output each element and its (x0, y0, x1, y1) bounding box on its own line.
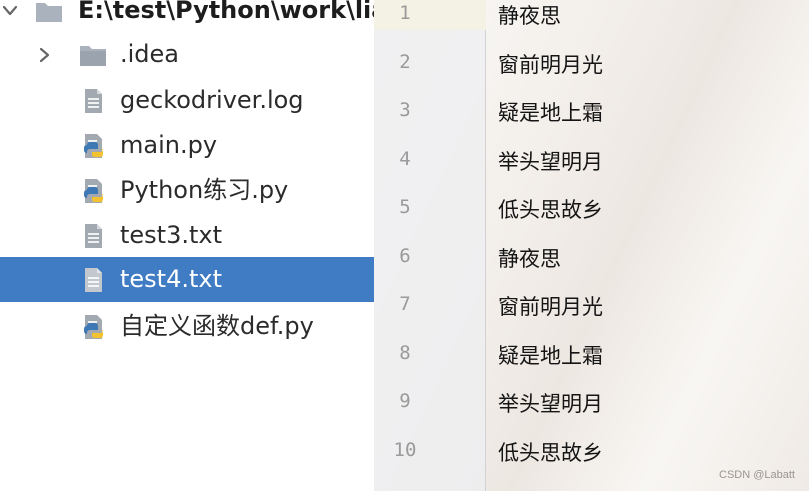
line-number: 5 (399, 196, 411, 218)
line-content[interactable]: 窗前明月光 (498, 49, 603, 79)
line-content[interactable]: 窗前明月光 (498, 291, 603, 321)
line-content[interactable]: 静夜思 (498, 0, 561, 30)
tree-item-main-py[interactable]: main.py (0, 123, 374, 168)
line-content[interactable]: 低头思故乡 (498, 437, 603, 467)
tree-item-label: 自定义函数def.py (120, 312, 314, 340)
line-number: 2 (399, 50, 411, 73)
code-editor[interactable]: 1 静夜思 2 窗前明月光 3 疑是地上霜 4 举头望明月 5 低头思故乡 6 … (374, 0, 809, 491)
python-file-icon (84, 133, 103, 158)
line-number: 6 (399, 244, 411, 267)
line-number: 9 (399, 390, 411, 412)
project-tree: E:\test\Python\work\lia .idea geckodrive… (0, 0, 374, 491)
editor-line[interactable]: 3 疑是地上霜 (374, 97, 809, 146)
tree-root-item[interactable]: E:\test\Python\work\lia (0, 0, 374, 33)
tree-item-test3-txt[interactable]: test3.txt (0, 213, 374, 258)
tree-item-test4-txt[interactable]: test4.txt (0, 257, 374, 302)
editor-line[interactable]: 2 窗前明月光 (374, 49, 809, 98)
editor-line[interactable]: 1 静夜思 (374, 0, 809, 49)
text-file-icon (85, 267, 102, 292)
editor-line[interactable]: 9 举头望明月 (374, 388, 809, 437)
tree-item-label: test4.txt (120, 265, 223, 293)
tree-item-label: .idea (120, 40, 180, 68)
tree-item-geckodriver-log[interactable]: geckodriver.log (0, 78, 374, 123)
line-number: 4 (399, 147, 411, 170)
editor-line[interactable]: 4 举头望明月 (374, 146, 809, 195)
python-file-icon (84, 178, 103, 203)
line-number: 1 (399, 2, 411, 24)
tree-item-custom-function-def-py[interactable]: 自定义函数def.py (0, 304, 374, 349)
watermark: CSDN @Labatt (719, 469, 795, 481)
editor-line[interactable]: 7 窗前明月光 (374, 291, 809, 340)
tree-item-python-exercise-py[interactable]: Python练习.py (0, 168, 374, 213)
line-number: 3 (399, 99, 411, 121)
line-content[interactable]: 举头望明月 (498, 388, 603, 418)
line-number: 8 (399, 341, 411, 364)
tree-item-idea[interactable]: .idea (0, 32, 374, 77)
chevron-down-icon[interactable] (0, 1, 20, 21)
line-number: 10 (393, 438, 417, 461)
editor-line[interactable]: 8 疑是地上霜 (374, 340, 809, 389)
folder-icon (80, 45, 106, 66)
line-content[interactable]: 疑是地上霜 (498, 97, 603, 127)
line-content[interactable]: 静夜思 (498, 243, 561, 273)
tree-item-label: geckodriver.log (120, 86, 304, 114)
editor-line[interactable]: 5 低头思故乡 (374, 194, 809, 243)
tree-root-label: E:\test\Python\work\lia (78, 0, 374, 24)
editor-line[interactable]: 6 静夜思 (374, 243, 809, 292)
tree-item-label: test3.txt (120, 221, 223, 249)
chevron-right-icon[interactable] (34, 45, 54, 65)
text-file-icon (85, 223, 102, 248)
line-content[interactable]: 疑是地上霜 (498, 340, 603, 370)
tree-item-label: main.py (120, 131, 218, 159)
ide-window: E:\test\Python\work\lia .idea geckodrive… (0, 0, 809, 491)
line-content[interactable]: 低头思故乡 (498, 194, 603, 224)
text-file-icon (85, 88, 102, 113)
folder-icon (36, 2, 62, 22)
line-content[interactable]: 举头望明月 (498, 146, 603, 176)
line-number: 7 (399, 293, 411, 315)
python-file-icon (84, 314, 103, 339)
tree-item-label: Python练习.py (120, 176, 289, 204)
